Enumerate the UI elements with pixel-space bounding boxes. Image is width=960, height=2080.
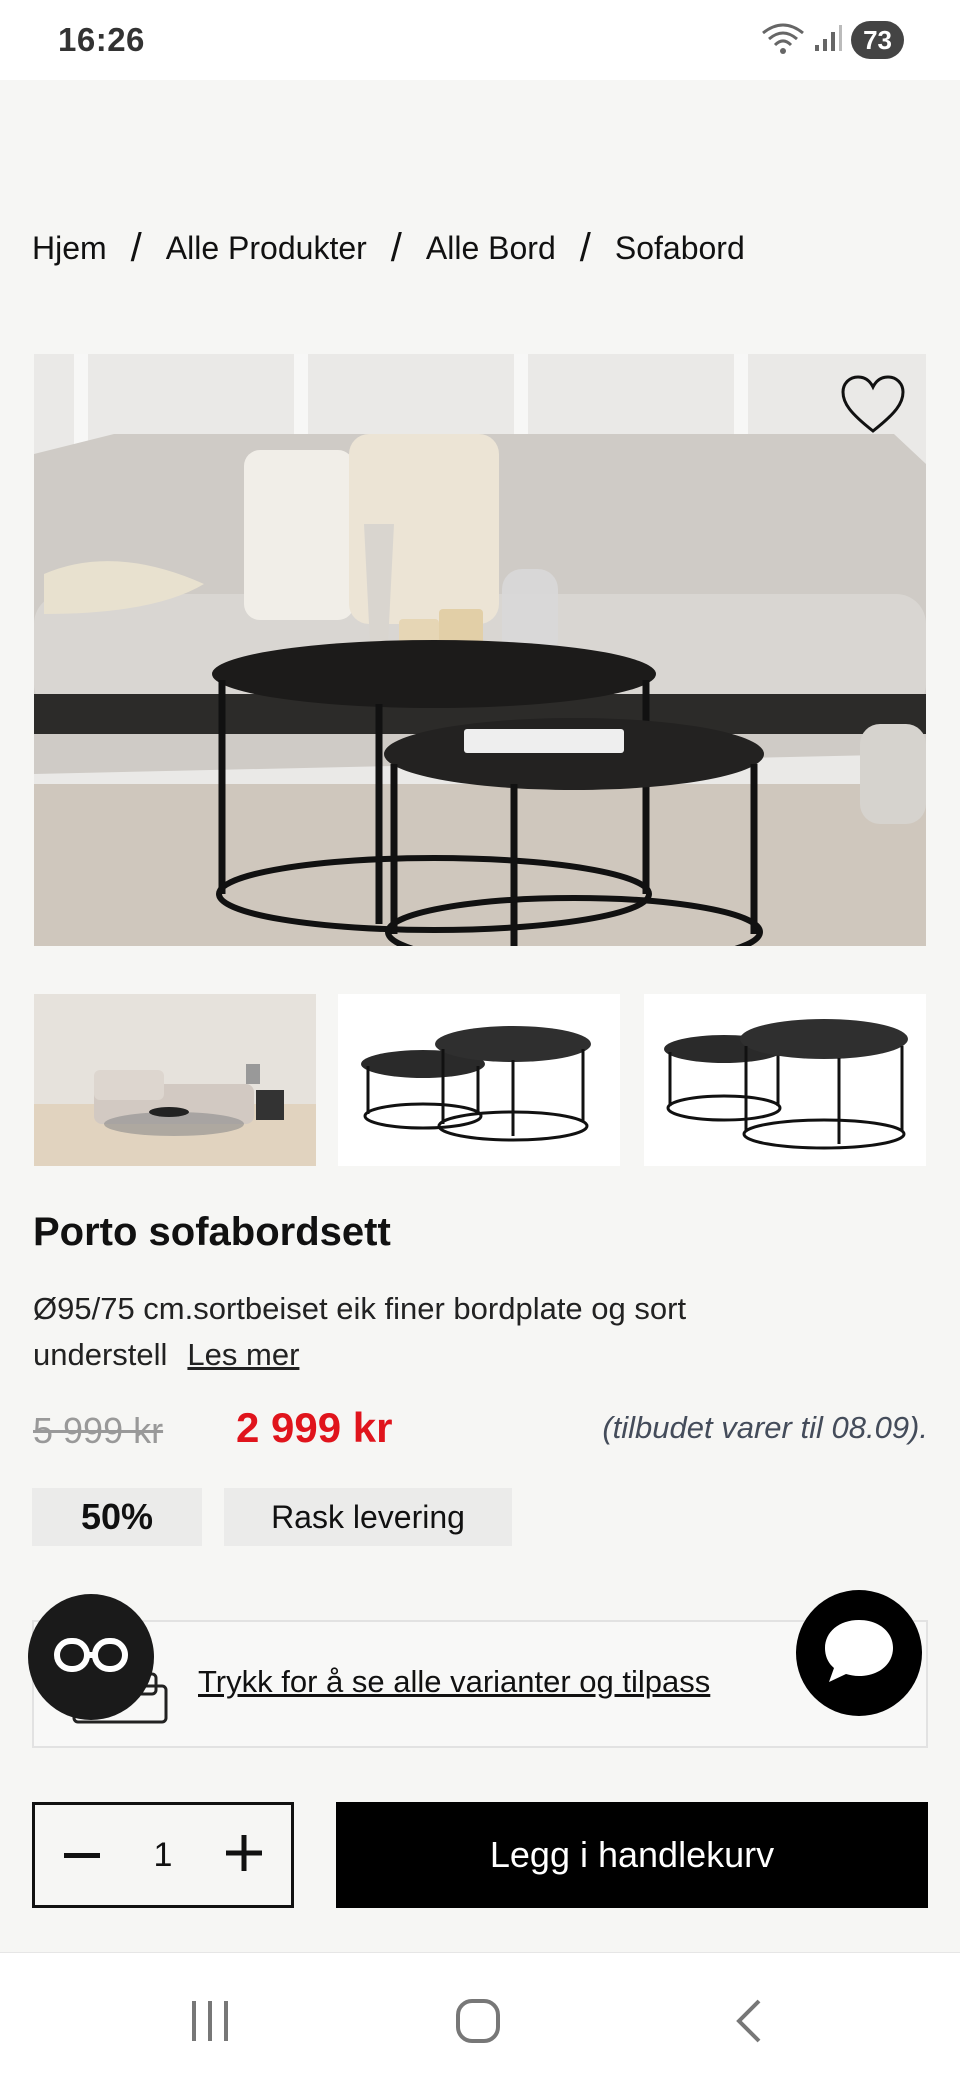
recents-icon bbox=[188, 2000, 232, 2046]
battery-indicator: 73 bbox=[851, 21, 904, 59]
read-more-link[interactable]: Les mer bbox=[187, 1337, 299, 1372]
breadcrumb-separator: / bbox=[130, 225, 142, 270]
home-button[interactable] bbox=[448, 1993, 508, 2053]
plus-icon bbox=[225, 1834, 262, 1876]
variants-panel[interactable]: Trykk for å se alle varianter og tilpass bbox=[32, 1620, 928, 1748]
recents-button[interactable] bbox=[180, 1993, 240, 2053]
breadcrumb-separator: / bbox=[390, 225, 402, 270]
breadcrumb-sofa-tables[interactable]: Sofabord bbox=[615, 230, 745, 267]
variants-link[interactable]: Trykk for å se alle varianter og tilpass bbox=[198, 1664, 710, 1700]
increase-quantity-button[interactable] bbox=[221, 1832, 267, 1878]
product-title: Porto sofabordsett bbox=[33, 1210, 391, 1254]
glasses-icon bbox=[53, 1635, 129, 1680]
wifi-icon bbox=[761, 21, 805, 60]
thumbnail-table-angle1[interactable] bbox=[338, 994, 620, 1166]
breadcrumb-all-products[interactable]: Alle Produkter bbox=[166, 230, 367, 267]
accessibility-button[interactable] bbox=[28, 1594, 154, 1720]
thumbnail-table-angle2[interactable] bbox=[644, 994, 926, 1166]
product-description: Ø95/75 cm.sortbeiset eik finer bordplate… bbox=[33, 1286, 753, 1378]
product-main-image[interactable] bbox=[34, 354, 926, 946]
back-icon bbox=[733, 1997, 763, 2050]
signal-icon bbox=[813, 23, 843, 58]
minus-icon bbox=[64, 1846, 100, 1864]
old-price: 5 999 kr bbox=[33, 1410, 164, 1451]
status-icons: 73 bbox=[761, 21, 904, 60]
fast-delivery-badge: Rask levering bbox=[224, 1488, 512, 1546]
breadcrumb-home[interactable]: Hjem bbox=[32, 230, 107, 267]
description-text: Ø95/75 cm.sortbeiset eik finer bordplate… bbox=[33, 1291, 687, 1372]
discount-badge: 50% bbox=[32, 1488, 202, 1546]
back-button[interactable] bbox=[718, 1993, 778, 2053]
offer-validity: (tilbudet varer til 08.09). bbox=[602, 1410, 928, 1445]
home-icon bbox=[454, 1997, 502, 2050]
quantity-stepper: 1 bbox=[32, 1802, 294, 1908]
decrease-quantity-button[interactable] bbox=[59, 1832, 105, 1878]
sale-price: 2 999 kr bbox=[236, 1404, 393, 1451]
chat-icon bbox=[821, 1616, 897, 1691]
add-to-cart-button[interactable]: Legg i handlekurv bbox=[336, 1802, 928, 1908]
system-navigation-bar bbox=[0, 1952, 960, 2080]
chat-button[interactable] bbox=[796, 1590, 922, 1716]
status-time: 16:26 bbox=[58, 21, 145, 58]
favorite-button[interactable] bbox=[838, 372, 908, 442]
breadcrumb: Hjem / Alle Produkter / Alle Bord / Sofa… bbox=[32, 226, 745, 270]
breadcrumb-all-tables[interactable]: Alle Bord bbox=[426, 230, 556, 267]
heart-icon bbox=[840, 374, 906, 440]
breadcrumb-separator: / bbox=[579, 225, 591, 270]
status-bar: 16:26 73 bbox=[0, 0, 960, 80]
quantity-value[interactable]: 1 bbox=[154, 1836, 173, 1875]
thumbnail-room[interactable] bbox=[34, 994, 316, 1166]
thumbnail-strip bbox=[34, 994, 926, 1166]
